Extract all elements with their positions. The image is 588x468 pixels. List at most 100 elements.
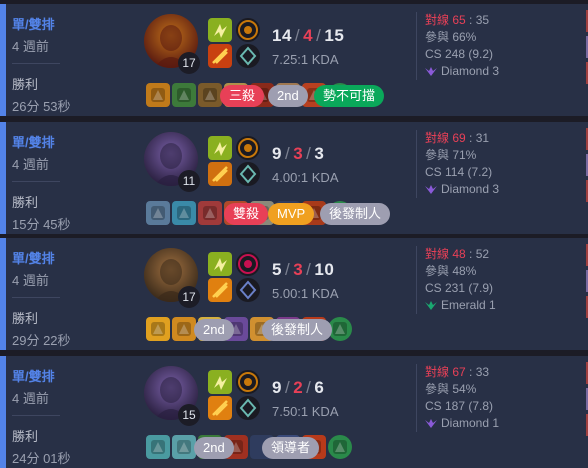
item-icon[interactable] [198, 83, 222, 107]
item-icon[interactable] [172, 317, 196, 341]
queue-type: 單/雙排 [12, 135, 55, 150]
item-icon[interactable] [198, 201, 222, 225]
item-icon[interactable] [146, 201, 170, 225]
kills: 9 [272, 144, 282, 163]
creep-score: CS 187 (7.8) [425, 399, 494, 413]
secondary-rune-icon[interactable] [236, 44, 260, 68]
match-result: 勝利 [12, 195, 39, 210]
trinket-icon[interactable] [328, 435, 352, 459]
time-ago: 4 週前 [12, 273, 49, 288]
achievement-badge: 領導者 [262, 437, 320, 459]
summoner-spell-flash-icon[interactable] [208, 370, 232, 394]
summoner-spell-icon[interactable] [208, 44, 232, 68]
separator: / [294, 26, 301, 45]
match-duration: 29分 22秒 [12, 333, 71, 348]
achievement-badge: 三殺 [220, 85, 265, 107]
separator: / [306, 144, 312, 163]
match-stats: 對線 65 : 35 參與 66% CS 248 (9.2) Diamond 3 [416, 12, 545, 80]
item-icon[interactable] [146, 435, 170, 459]
achievement-badge: 2nd [194, 319, 234, 341]
divider [12, 415, 60, 416]
match-result: 勝利 [12, 429, 39, 444]
lane-kp: 對線 69 : 31 [425, 131, 490, 145]
achievement-badge: 勢不可擋 [314, 85, 385, 107]
rank-emblem-icon [425, 66, 437, 76]
average-rank: Emerald 1 [425, 297, 545, 314]
rank-emblem-icon [425, 418, 437, 428]
separator: / [284, 260, 291, 279]
champion-level: 11 [178, 170, 200, 192]
creep-score: CS 248 (9.2) [425, 47, 494, 61]
item-icon[interactable] [172, 435, 196, 459]
match-stats: 對線 48 : 52 參與 48% CS 231 (7.9) Emerald 1 [416, 246, 545, 314]
average-rank: Diamond 1 [425, 415, 545, 432]
match-duration: 15分 45秒 [12, 217, 71, 232]
divider [12, 181, 60, 182]
match-stats: 對線 69 : 31 參與 71% CS 114 (7.2) Diamond 3 [416, 130, 545, 198]
average-rank: Diamond 3 [425, 63, 545, 80]
deaths: 4 [303, 26, 314, 45]
secondary-rune-icon[interactable] [236, 396, 260, 420]
divider [12, 297, 60, 298]
separator: / [284, 378, 291, 397]
rank-emblem-icon [425, 184, 437, 194]
keystone-rune-icon[interactable] [236, 370, 260, 394]
secondary-rune-icon[interactable] [236, 162, 260, 186]
deaths: 2 [293, 378, 304, 397]
queue-type: 單/雙排 [12, 369, 55, 384]
kills: 9 [272, 378, 282, 397]
creep-score: CS 231 (7.9) [425, 281, 494, 295]
match-card[interactable]: 單/雙排 4 週前 勝利 26分 53秒 17 14 / 4 / 15 7.25… [0, 4, 588, 116]
match-card[interactable]: 單/雙排 4 週前 勝利 29分 22秒 17 5 / 3 / 10 5.00:… [0, 238, 588, 350]
deaths: 3 [293, 260, 304, 279]
item-icon[interactable] [146, 83, 170, 107]
kill-participation: 參與 48% [425, 264, 477, 278]
item-icon[interactable] [146, 317, 170, 341]
kda-ratio: 7.50:1 KDA [272, 404, 339, 419]
kill-participation: 參與 71% [425, 148, 477, 162]
lane-kp: 對線 48 : 52 [425, 247, 490, 261]
rank-emblem-icon [425, 300, 437, 310]
kills: 14 [272, 26, 292, 45]
kill-participation: 參與 66% [425, 30, 477, 44]
item-icon[interactable] [172, 83, 196, 107]
separator: / [284, 144, 291, 163]
match-info: 單/雙排 4 週前 勝利 15分 45秒 [12, 132, 132, 233]
match-duration: 26分 53秒 [12, 99, 71, 114]
item-icon[interactable] [172, 201, 196, 225]
kill-participation: 參與 54% [425, 382, 477, 396]
time-ago: 4 週前 [12, 39, 49, 54]
match-info: 單/雙排 4 週前 勝利 26分 53秒 [12, 14, 132, 115]
average-rank: Diamond 3 [425, 181, 545, 198]
keystone-rune-icon[interactable] [236, 18, 260, 42]
kills: 5 [272, 260, 282, 279]
kda-ratio: 5.00:1 KDA [272, 286, 339, 301]
summoner-spell-icon[interactable] [208, 162, 232, 186]
kda-score: 5/3/10 [272, 260, 334, 280]
lane-kp: 對線 65 : 35 [425, 13, 490, 27]
match-result: 勝利 [12, 311, 39, 326]
separator: / [306, 378, 312, 397]
summoner-spell-icon[interactable] [208, 278, 232, 302]
secondary-rune-icon[interactable] [236, 278, 260, 302]
match-duration: 24分 01秒 [12, 451, 71, 466]
achievement-badge: MVP [268, 203, 315, 225]
summoner-spell-flash-icon[interactable] [208, 136, 232, 160]
deaths: 3 [293, 144, 304, 163]
summoner-spell-icon[interactable] [208, 396, 232, 420]
match-info: 單/雙排 4 週前 勝利 29分 22秒 [12, 248, 132, 349]
lane-kp: 對線 67 : 33 [425, 365, 490, 379]
champion-level: 17 [178, 286, 200, 308]
summoner-spell-flash-icon[interactable] [208, 18, 232, 42]
achievement-badge: 後發制人 [262, 319, 333, 341]
keystone-rune-icon[interactable] [236, 252, 260, 276]
divider [12, 63, 60, 64]
kda-ratio: 7.25:1 KDA [272, 52, 339, 67]
assists: 15 [324, 26, 345, 45]
summoner-spell-flash-icon[interactable] [208, 252, 232, 276]
match-card[interactable]: 單/雙排 4 週前 勝利 15分 45秒 11 9 / 3 / 3 4.00:1… [0, 122, 588, 234]
match-card[interactable]: 單/雙排 4 週前 勝利 24分 01秒 15 9 / 2 / 6 7.50:1… [0, 356, 588, 468]
match-result: 勝利 [12, 77, 39, 92]
match-info: 單/雙排 4 週前 勝利 24分 01秒 [12, 366, 132, 467]
keystone-rune-icon[interactable] [236, 136, 260, 160]
